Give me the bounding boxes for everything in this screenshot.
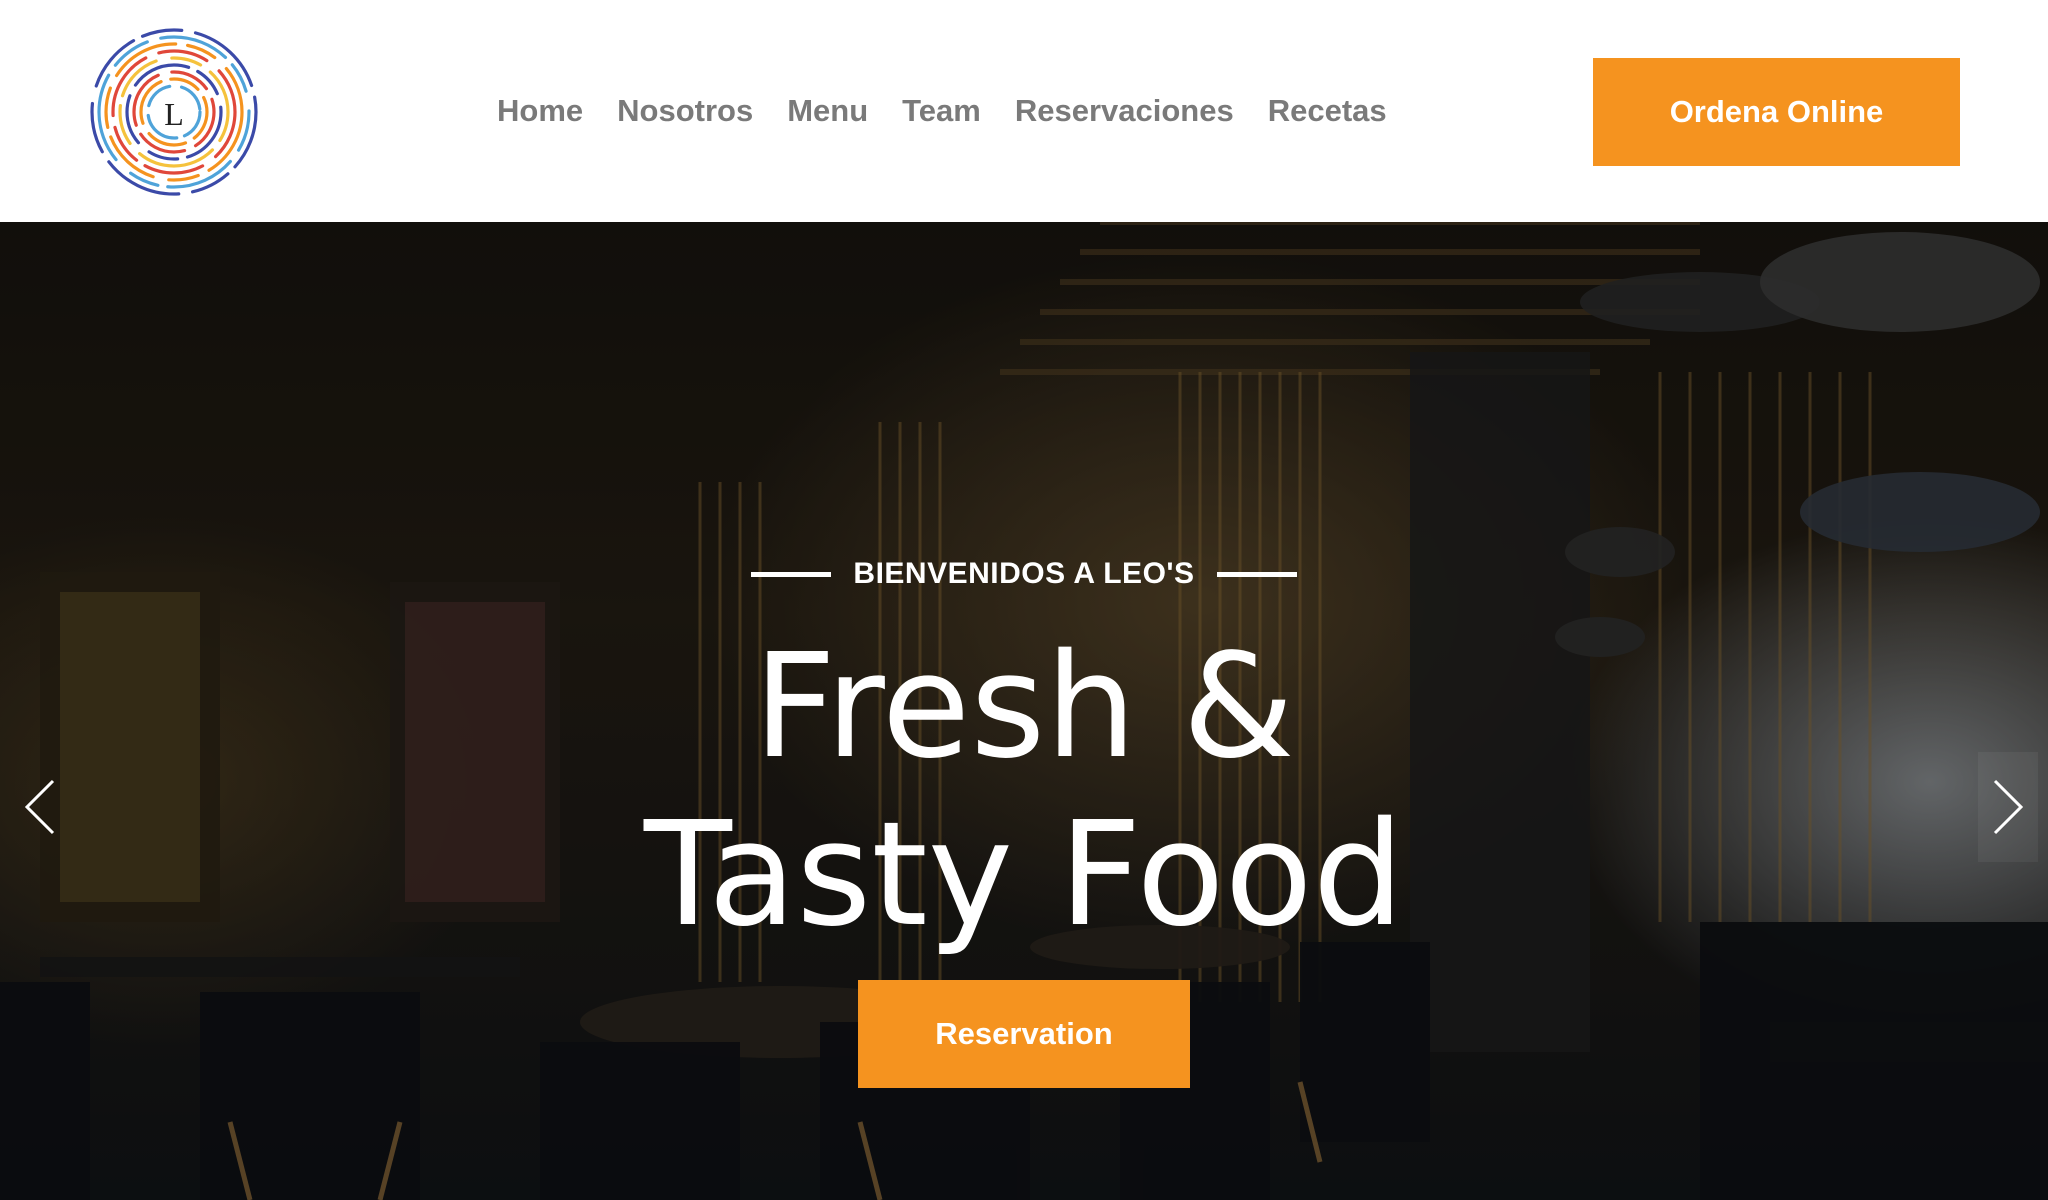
eyebrow-line-right bbox=[1216, 571, 1297, 577]
order-online-button[interactable]: Ordena Online bbox=[1593, 58, 1960, 166]
hero-title: Fresh & Tasty Food bbox=[0, 622, 2048, 958]
svg-text:L: L bbox=[164, 96, 184, 132]
reservation-button[interactable]: Reservation bbox=[858, 980, 1190, 1088]
chevron-left-icon bbox=[24, 779, 55, 835]
hero-eyebrow: BIENVENIDOS A LEO'S bbox=[0, 557, 2048, 591]
site-header: L Home Nosotros Menu Team Reservaciones … bbox=[0, 0, 2048, 222]
eyebrow-text: BIENVENIDOS A LEO'S bbox=[853, 557, 1195, 590]
nav-nosotros[interactable]: Nosotros bbox=[617, 93, 753, 129]
chevron-right-icon bbox=[1993, 779, 2024, 835]
eyebrow-line-left bbox=[751, 571, 832, 577]
nav-team[interactable]: Team bbox=[902, 93, 981, 129]
nav-reservaciones[interactable]: Reservaciones bbox=[1015, 93, 1234, 129]
nav-home[interactable]: Home bbox=[497, 93, 583, 129]
site-logo[interactable]: L bbox=[88, 26, 260, 198]
concentric-rings-logo-icon: L bbox=[90, 28, 258, 196]
nav-menu[interactable]: Menu bbox=[787, 93, 868, 129]
hero-slider: BIENVENIDOS A LEO'S Fresh & Tasty Food R… bbox=[0, 222, 2048, 1200]
hero-title-line-2: Tasty Food bbox=[643, 790, 1405, 958]
nav-recetas[interactable]: Recetas bbox=[1268, 93, 1387, 129]
hero-title-line-1: Fresh & bbox=[753, 622, 1295, 790]
slider-prev-button[interactable] bbox=[10, 752, 70, 862]
slider-next-button[interactable] bbox=[1978, 752, 2038, 862]
main-nav: Home Nosotros Menu Team Reservaciones Re… bbox=[497, 86, 1387, 136]
